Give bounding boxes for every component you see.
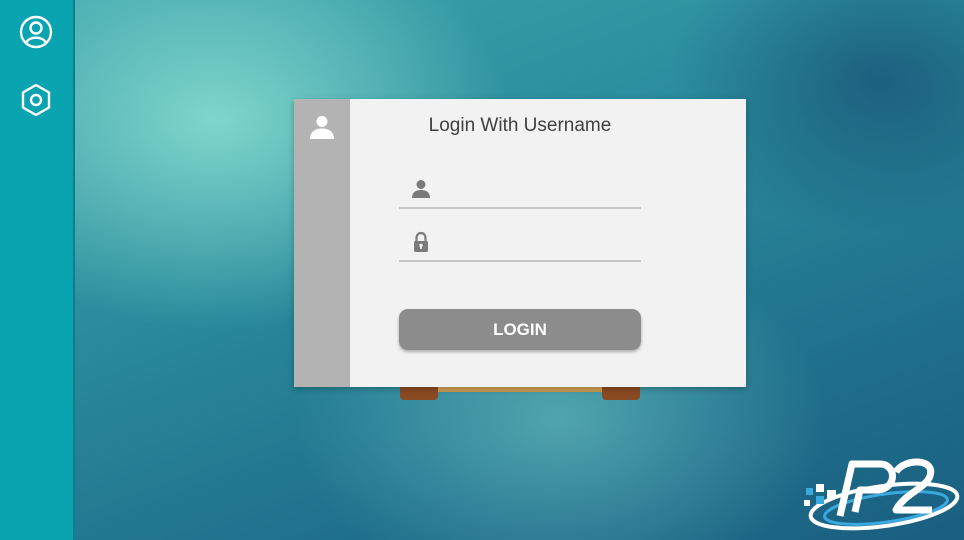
user-circle-icon [19, 15, 53, 49]
username-input[interactable] [441, 177, 631, 203]
hexagon-gear-icon [21, 83, 51, 117]
login-dialog: Login With Username LOGIN [294, 99, 746, 387]
settings-button[interactable] [17, 81, 55, 119]
user-icon [310, 116, 334, 139]
username-field[interactable] [399, 171, 641, 209]
login-button[interactable]: LOGIN [399, 309, 641, 350]
lock-icon [414, 231, 428, 252]
password-field[interactable] [399, 224, 641, 262]
dialog-side-strip [294, 99, 350, 387]
dialog-title: Login With Username [428, 115, 612, 136]
p2-logo [804, 458, 960, 531]
password-input[interactable] [441, 230, 631, 256]
profile-button[interactable] [17, 13, 55, 51]
sidebar [0, 0, 75, 540]
user-icon [412, 180, 430, 198]
